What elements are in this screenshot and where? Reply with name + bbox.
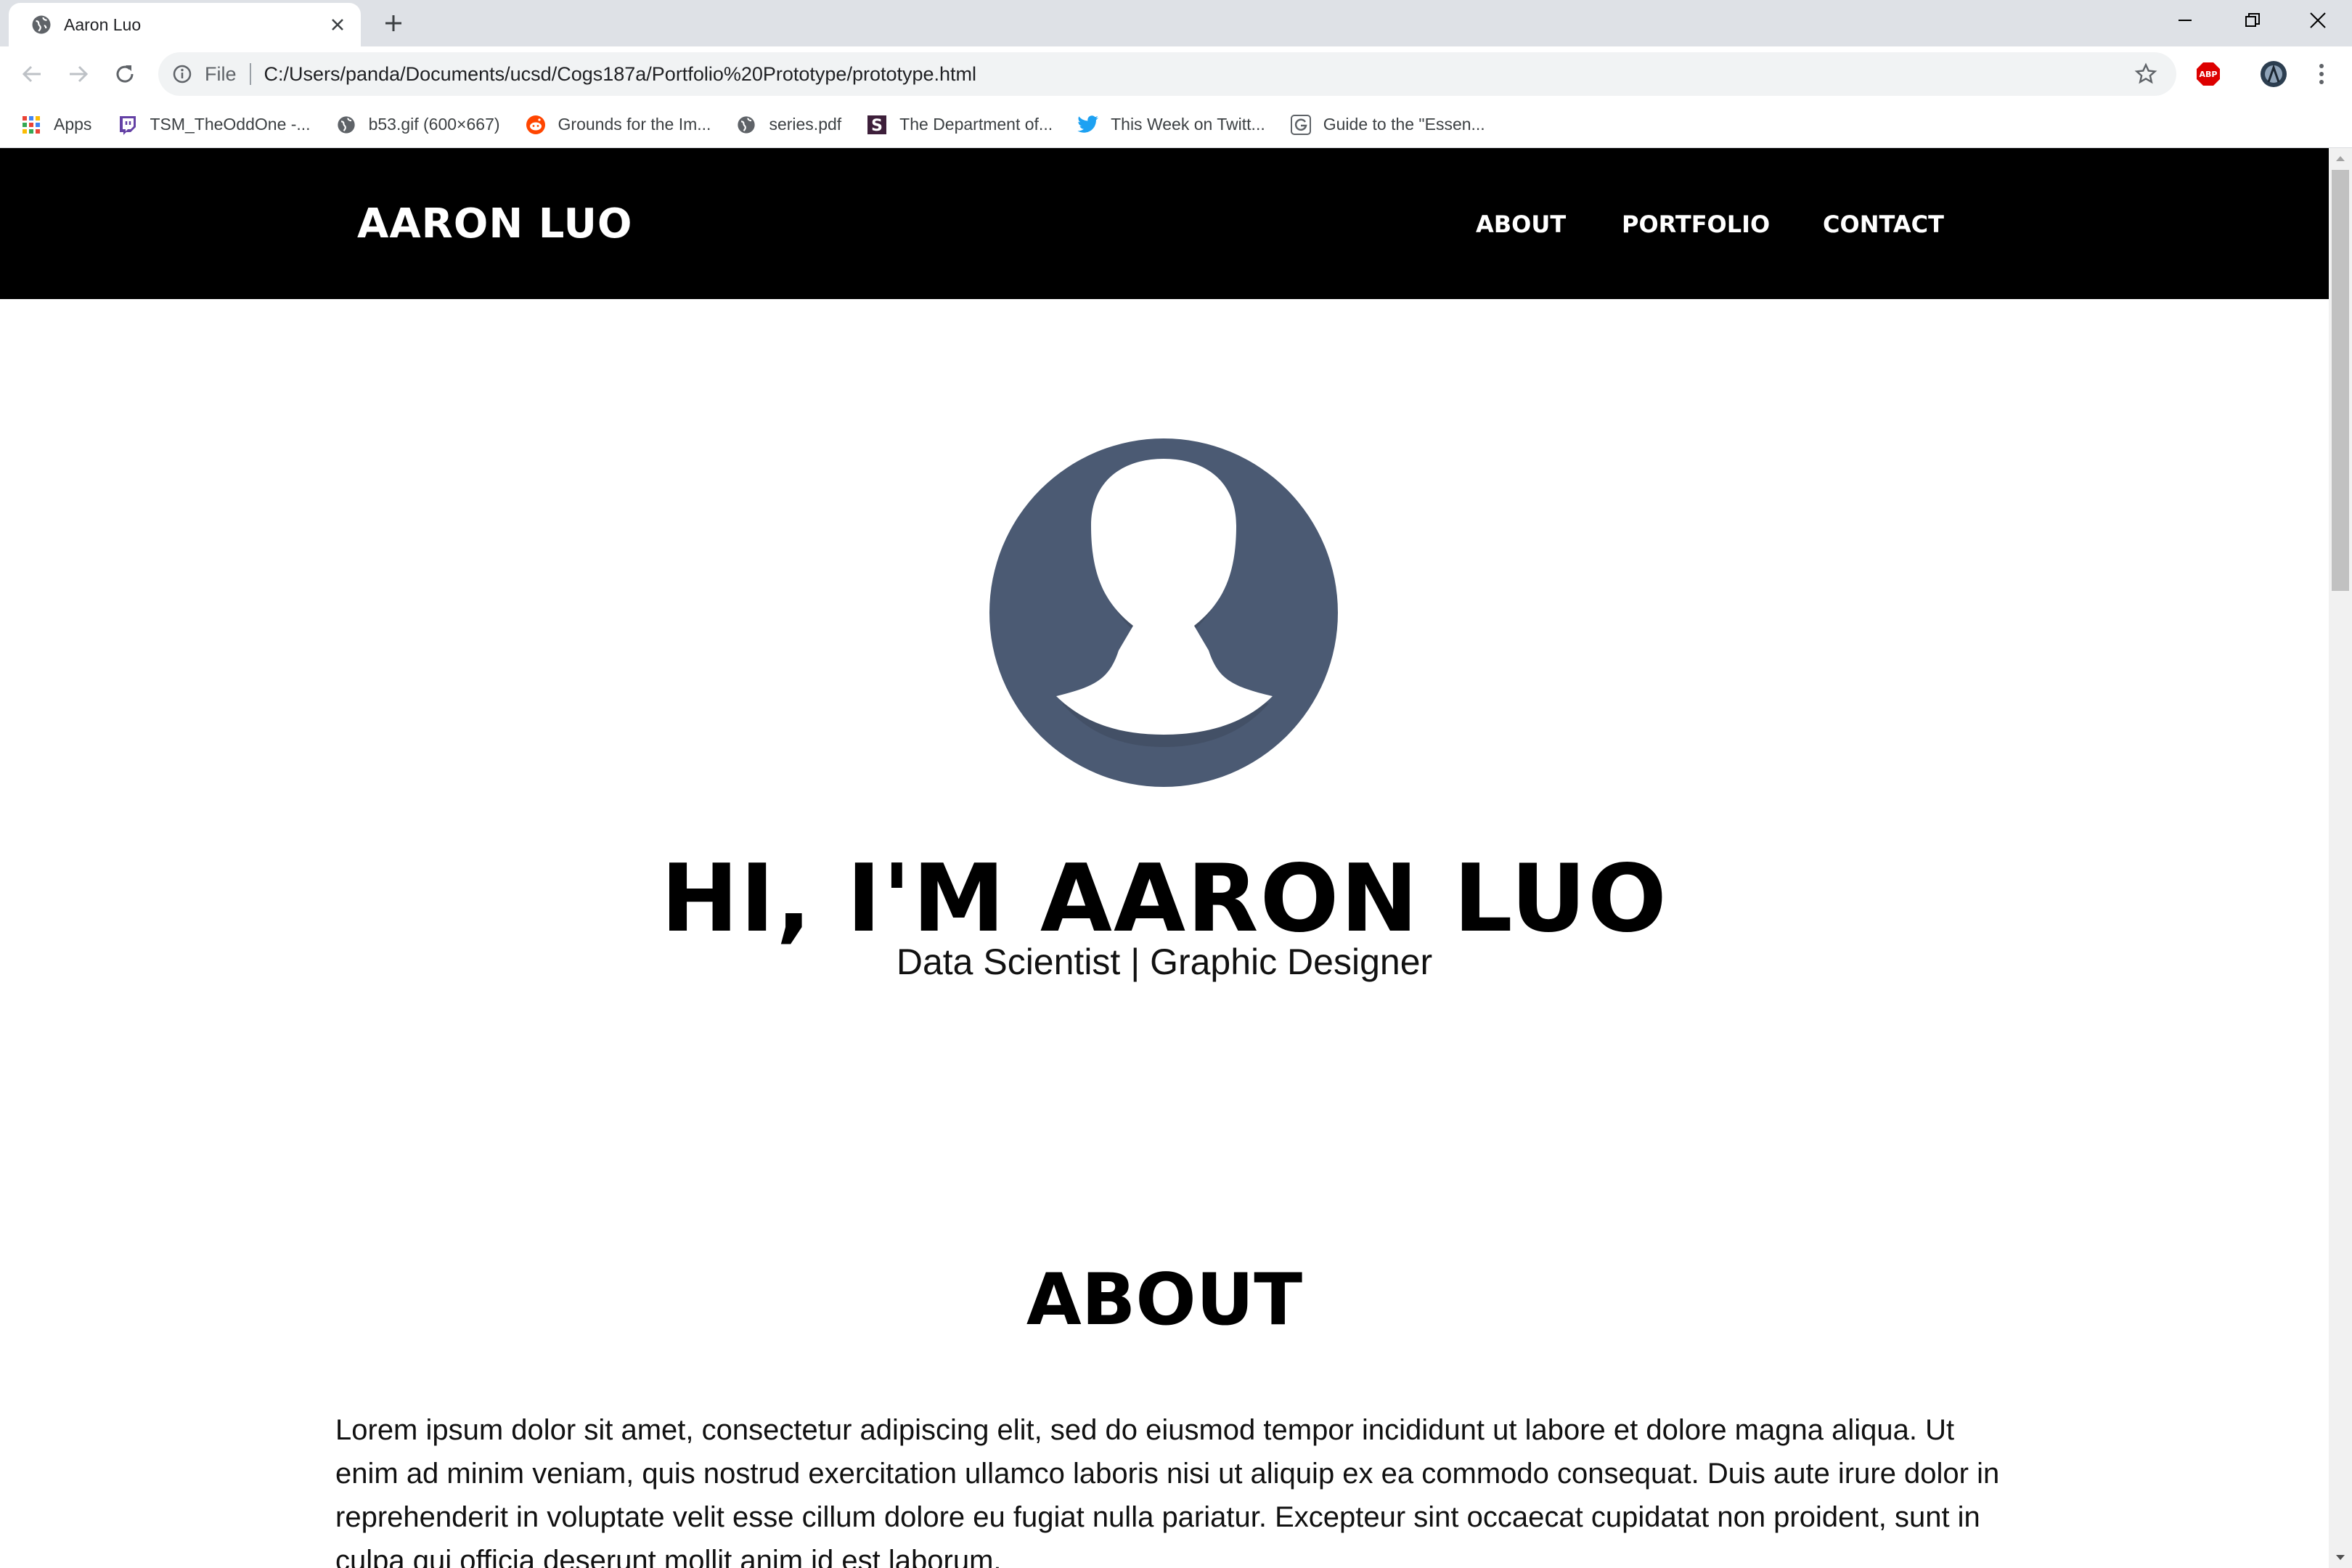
globe-icon: [335, 114, 357, 136]
apps-grid-icon: [20, 114, 42, 136]
url-scheme: File: [205, 63, 251, 85]
minimize-button[interactable]: [2152, 0, 2218, 41]
site-navbar: AARON LUO ABOUT PORTFOLIO CONTACT: [0, 148, 2329, 299]
twitch-icon: [116, 114, 138, 136]
url-text[interactable]: C:/Users/panda/Documents/ucsd/Cogs187a/P…: [264, 63, 2128, 86]
bookmark-label: b53.gif (600×667): [368, 115, 500, 134]
bookmark-label: The Department of...: [899, 115, 1053, 134]
globe-icon: [735, 114, 757, 136]
nav-link-portfolio[interactable]: PORTFOLIO: [1622, 211, 1770, 238]
bookmark-item[interactable]: Apps: [20, 114, 91, 136]
forward-arrow-icon[interactable]: [61, 57, 96, 91]
bookmark-item[interactable]: Grounds for the Im...: [525, 114, 711, 136]
g-logo-icon: [1290, 114, 1312, 136]
address-bar[interactable]: File C:/Users/panda/Documents/ucsd/Cogs1…: [158, 52, 2176, 96]
browser-tab[interactable]: Aaron Luo: [9, 3, 361, 46]
browser-toolbar: File C:/Users/panda/Documents/ucsd/Cogs1…: [0, 46, 2352, 102]
globe-icon: [32, 15, 51, 34]
scroll-down-arrow-icon[interactable]: [2329, 1548, 2352, 1568]
page-viewport: AARON LUO ABOUT PORTFOLIO CONTACT HI, I'…: [0, 148, 2329, 1568]
reload-icon[interactable]: [107, 57, 142, 91]
page-scrollbar[interactable]: [2329, 148, 2352, 1568]
bookmark-item[interactable]: Guide to the "Essen...: [1290, 114, 1485, 136]
tab-strip: Aaron Luo: [0, 0, 2352, 46]
bookmark-item[interactable]: This Week on Twitt...: [1077, 114, 1265, 136]
bookmark-label: Grounds for the Im...: [558, 115, 711, 134]
bookmark-star-icon[interactable]: [2128, 57, 2163, 91]
back-arrow-icon[interactable]: [15, 57, 49, 91]
hero-title: HI, I'M AARON LUO: [661, 845, 1668, 953]
adblock-extension-icon[interactable]: ABP: [2194, 60, 2223, 89]
bookmark-label: This Week on Twitt...: [1111, 115, 1265, 134]
bookmark-item[interactable]: b53.gif (600×667): [335, 114, 500, 136]
hero-subtitle: Data Scientist | Graphic Designer: [896, 942, 1433, 982]
adblock-label: ABP: [2200, 70, 2218, 79]
bookmark-label: Apps: [54, 115, 92, 134]
bookmarks-bar: Apps TSM_TheOddOne -... b53.gif (600×667…: [0, 102, 2352, 148]
bookmark-label: series.pdf: [769, 115, 842, 134]
profile-avatar: [989, 438, 1338, 787]
bookmark-item[interactable]: S The Department of...: [866, 114, 1053, 136]
info-icon[interactable]: [170, 62, 195, 86]
nav-link-about[interactable]: ABOUT: [1476, 211, 1566, 238]
s-logo-icon: S: [866, 114, 888, 136]
close-window-button[interactable]: [2285, 0, 2351, 41]
site-brand[interactable]: AARON LUO: [357, 200, 633, 248]
twitter-icon: [1077, 114, 1099, 136]
about-heading: ABOUT: [1026, 1259, 1303, 1342]
tab-title: Aaron Luo: [64, 15, 142, 34]
scrollbar-thumb[interactable]: [2332, 170, 2349, 591]
profile-avatar-icon[interactable]: [2259, 60, 2288, 89]
bookmark-label: TSM_TheOddOne -...: [150, 115, 311, 134]
menu-kebab-icon[interactable]: [2307, 60, 2336, 89]
reddit-icon: [525, 114, 547, 136]
svg-text:S: S: [871, 117, 883, 135]
bookmark-item[interactable]: series.pdf: [735, 114, 841, 136]
new-tab-button[interactable]: [377, 7, 409, 39]
bookmark-label: Guide to the "Essen...: [1323, 115, 1485, 134]
nav-link-contact[interactable]: CONTACT: [1823, 211, 1944, 238]
about-paragraph: Lorem ipsum dolor sit amet, consectetur …: [335, 1414, 2000, 1568]
bookmark-item[interactable]: TSM_TheOddOne -...: [116, 114, 311, 136]
restore-button[interactable]: [2220, 0, 2285, 41]
close-tab-icon[interactable]: [323, 10, 352, 39]
scroll-up-arrow-icon[interactable]: [2329, 148, 2352, 168]
